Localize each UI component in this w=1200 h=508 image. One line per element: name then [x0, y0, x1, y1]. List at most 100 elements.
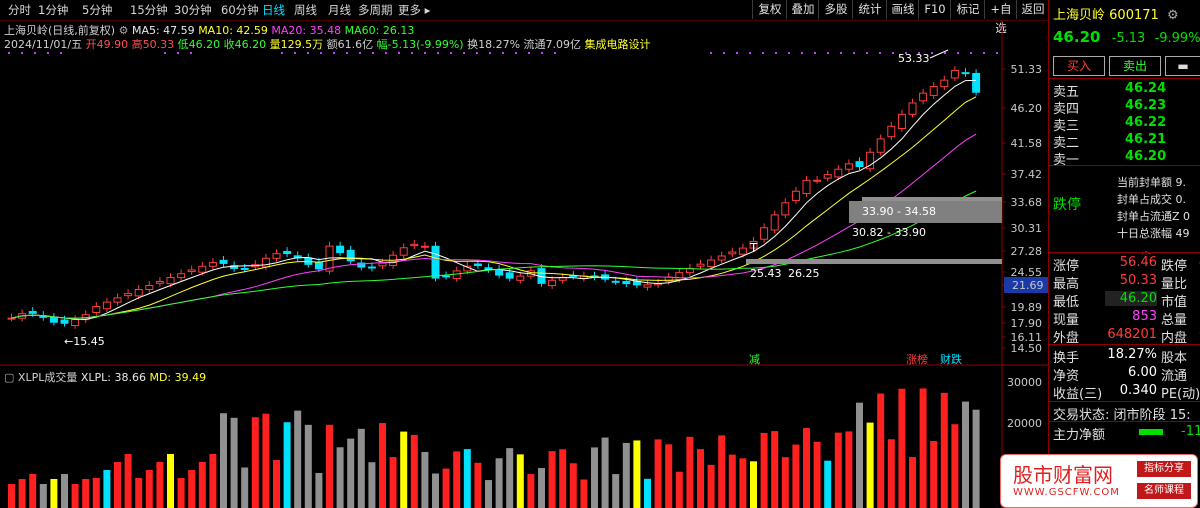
toolbar-button-2[interactable]: 多股	[818, 0, 853, 19]
stat-row: 最低46.20市值327.5亿	[1053, 291, 1200, 310]
price-axis-label: 51.33	[1011, 63, 1043, 76]
period-tab-2[interactable]: 5分钟	[82, 2, 112, 18]
volume-bar	[220, 413, 227, 508]
menu-button[interactable]: ▬	[1165, 56, 1200, 76]
signal-dot	[775, 52, 777, 54]
signal-dot	[411, 52, 413, 54]
toolbar-button-0[interactable]: 复权	[752, 0, 787, 19]
volume-bar	[251, 417, 259, 508]
signal-dot	[489, 52, 491, 54]
xlpl-value: XLPL: 38.66	[80, 371, 146, 384]
signal-dot	[398, 52, 400, 54]
ma10-line	[11, 96, 977, 319]
period-tab-9[interactable]: 多周期	[358, 2, 393, 18]
volume-bar	[951, 424, 959, 508]
period-tab-8[interactable]: 月线	[328, 2, 351, 18]
volume-bar	[432, 473, 439, 508]
candle	[537, 264, 546, 287]
stat-label: 跌停	[1161, 259, 1188, 274]
toolbar-button-7[interactable]: +自选	[984, 0, 1017, 35]
toolbar-button-4[interactable]: 画线	[886, 0, 919, 19]
candle	[71, 315, 80, 329]
stat-label: 净资	[1053, 369, 1080, 384]
limit-info-row: 封单占成交 0.	[1117, 193, 1186, 206]
signal-dot	[8, 52, 10, 54]
signal-dot	[190, 52, 192, 54]
stat-value: 50.33	[1119, 273, 1157, 288]
volume-bar	[463, 449, 471, 508]
price-axis-label: 37.42	[1011, 168, 1043, 181]
toolbar-button-1[interactable]: 叠加	[786, 0, 819, 19]
toolbar-button-8[interactable]: 返回	[1016, 0, 1049, 19]
signal-dot	[944, 52, 946, 54]
volume-title-line: ▢ XLPL成交量 XLPL: 38.66 MD: 39.49	[4, 369, 206, 385]
stat-row: 净资6.00流通7.09亿	[1053, 365, 1200, 384]
signal-dot	[281, 52, 283, 54]
candle	[367, 262, 376, 272]
stat-label: 换手	[1053, 351, 1080, 366]
watermark-url: WWW.GSCFW.COM	[1013, 487, 1120, 498]
stat-row: 换手18.27%股本7.09亿	[1053, 347, 1200, 366]
panel-settings-icon[interactable]: ⚙	[1167, 8, 1179, 23]
period-tab-0[interactable]: 分时	[8, 2, 31, 18]
stat-label: 现量	[1053, 313, 1080, 328]
volume-bar	[209, 454, 217, 508]
volume-bar	[591, 447, 598, 508]
price-axis-label: 27.28	[1011, 245, 1043, 258]
kline-chart[interactable]: 51.3346.2041.5837.4233.6830.3127.2824.55…	[0, 20, 1048, 508]
signal-dot	[892, 52, 894, 54]
candle	[823, 170, 832, 182]
signal-dot	[762, 52, 764, 54]
sell-button[interactable]: 卖出	[1109, 56, 1161, 76]
marker-caidie: 财跌	[940, 352, 962, 366]
period-tab-1[interactable]: 1分钟	[38, 2, 68, 18]
stat-row: 涨停56.46跌停41.58	[1053, 255, 1200, 274]
volume-bar	[82, 479, 90, 508]
signal-dot	[47, 52, 49, 54]
candle	[696, 259, 705, 270]
panel-price-line: 46.20 -5.13 -9.99%	[1053, 28, 1200, 46]
stat-value: 6.00	[1128, 365, 1157, 380]
candle	[420, 241, 429, 250]
candle	[770, 210, 779, 234]
period-tab-6[interactable]: 日线	[262, 2, 285, 18]
signal-dot	[177, 52, 179, 54]
toolbar-button-5[interactable]: F10	[918, 0, 951, 19]
volume-bar	[61, 474, 68, 508]
signal-dot	[333, 52, 335, 54]
candle	[632, 277, 641, 289]
signal-dot	[970, 52, 972, 54]
signal-dot	[294, 52, 296, 54]
signal-dot	[736, 52, 738, 54]
volume-bar	[262, 413, 270, 508]
stat-value: 46.20	[1105, 291, 1157, 306]
current-price-label: 21.69	[1012, 279, 1044, 292]
candle	[760, 223, 769, 243]
candle	[304, 253, 313, 268]
period-tab-10[interactable]: 更多 ▸	[398, 2, 430, 18]
volume-bar	[357, 428, 365, 508]
period-tab-4[interactable]: 30分钟	[174, 2, 212, 18]
main-flow-bar	[1139, 429, 1163, 435]
signal-dot	[372, 52, 374, 54]
volume-bar	[930, 441, 938, 508]
md-value: MD: 39.49	[149, 371, 207, 384]
candle	[124, 289, 133, 299]
period-tab-3[interactable]: 15分钟	[130, 2, 168, 18]
period-tab-7[interactable]: 周线	[294, 2, 317, 18]
period-tab-5[interactable]: 60分钟	[221, 2, 259, 18]
signal-dot	[541, 52, 543, 54]
candle	[897, 109, 906, 132]
toolbar-button-3[interactable]: 统计	[852, 0, 887, 19]
volume-bar	[898, 388, 906, 508]
candle	[919, 88, 928, 105]
toolbar-button-6[interactable]: 标记	[950, 0, 985, 19]
volume-bar	[379, 423, 386, 508]
candle	[516, 271, 525, 284]
volume-bar	[389, 457, 397, 508]
marker-jian: 减	[749, 353, 760, 366]
buy-button[interactable]: 买入	[1053, 56, 1105, 76]
volume-bar	[972, 409, 980, 508]
price-axis-label: 41.58	[1011, 137, 1043, 150]
signal-dot	[957, 52, 959, 54]
